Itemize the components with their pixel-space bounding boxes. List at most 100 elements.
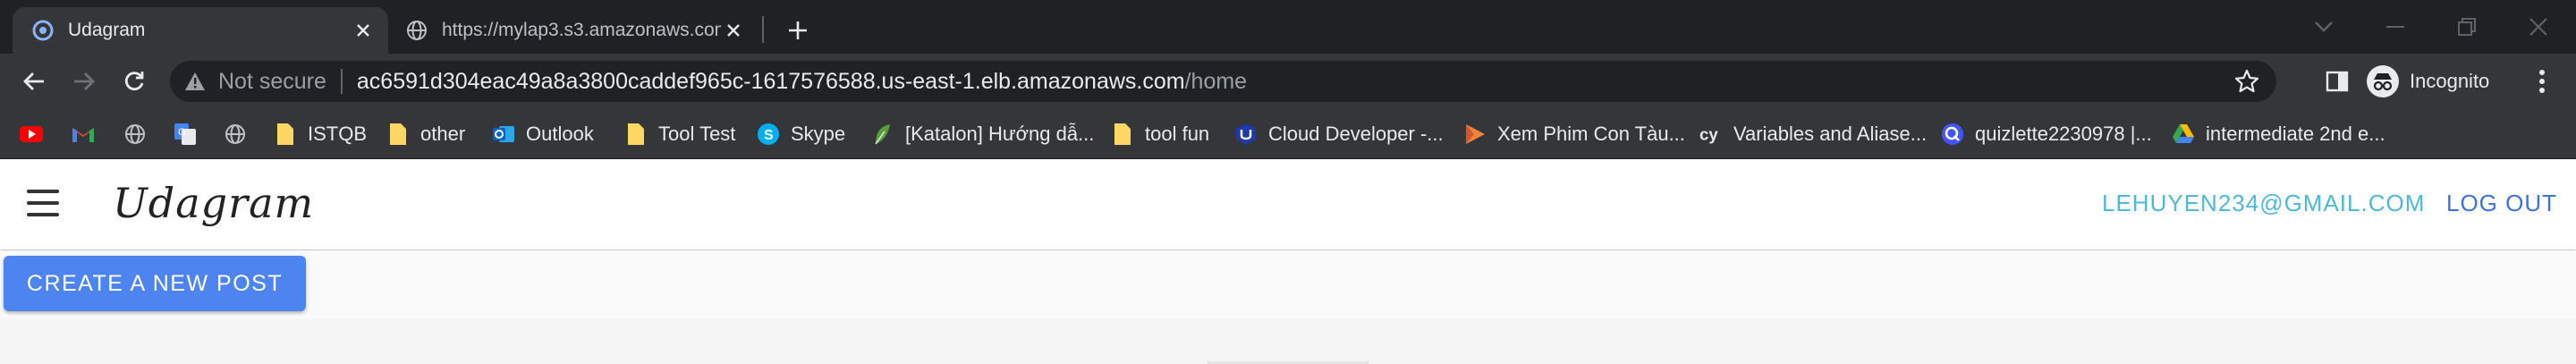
browser-toolbar: Not secure ac6591d304eac49a8a3800caddef9… <box>0 54 2576 109</box>
chevron-down-icon <box>2315 21 2333 32</box>
reload-button[interactable] <box>116 63 152 99</box>
main-content: CREATE A NEW POST <box>0 250 2576 364</box>
bookmark-variables-aliases[interactable]: cy Variables and Aliase... <box>1699 118 1927 150</box>
folder-icon <box>624 123 648 146</box>
katalon-icon <box>871 123 894 146</box>
tab-divider <box>762 16 764 43</box>
gmail-icon <box>72 123 95 146</box>
bookmark-skype[interactable]: S Skype <box>757 118 845 150</box>
close-icon <box>2529 18 2547 36</box>
feed-area <box>0 318 2576 364</box>
svg-text:S: S <box>764 128 774 143</box>
side-panel-icon <box>2326 71 2349 92</box>
tab-search-button[interactable] <box>2301 9 2347 45</box>
bookmark-label: Tool Test <box>658 123 736 145</box>
skype-icon: S <box>757 123 780 146</box>
svg-text:G: G <box>178 127 186 138</box>
tab-title: https://mylap3.s3.amazonaws.com <box>442 20 721 40</box>
app-logo[interactable]: Udagram <box>113 179 314 227</box>
globe-icon <box>123 123 147 146</box>
hamburger-line <box>27 201 59 205</box>
play-icon <box>1463 123 1487 146</box>
bookmark-outlook[interactable]: Outlook <box>492 118 594 150</box>
close-tab-icon[interactable] <box>351 18 376 43</box>
incognito-profile-button[interactable]: Incognito <box>2367 63 2489 100</box>
hamburger-line <box>27 190 59 193</box>
folder-icon <box>386 123 410 146</box>
bookmark-globe-1[interactable] <box>123 118 147 150</box>
user-email-link[interactable]: LEHUYEN234@GMAIL.COM <box>2102 190 2425 217</box>
udacity-icon <box>1234 123 1258 146</box>
chrome-loading-icon <box>30 18 55 43</box>
close-window-button[interactable] <box>2515 9 2562 45</box>
url-host: ac6591d304eac49a8a3800caddef965c-1617576… <box>356 68 1185 94</box>
bookmark-label: Skype <box>791 123 846 145</box>
bookmark-label: [Katalon] Hướng dẫ... <box>905 123 1095 145</box>
restore-button[interactable] <box>2444 9 2490 45</box>
more-vert-icon <box>2539 70 2545 93</box>
plus-icon <box>789 21 807 39</box>
minimize-icon <box>2386 26 2404 28</box>
new-tab-button[interactable] <box>780 13 816 48</box>
side-panel-button[interactable] <box>2322 65 2352 97</box>
back-button[interactable] <box>16 63 52 99</box>
bookmark-label: Outlook <box>526 123 594 145</box>
bookmark-globe-2[interactable] <box>224 118 247 150</box>
bookmark-label: other <box>420 123 466 145</box>
restore-icon <box>2458 18 2476 36</box>
url-path: /home <box>1184 68 1248 94</box>
svg-text:cy: cy <box>1699 125 1718 144</box>
bookmark-gmail[interactable] <box>72 118 95 150</box>
folder-icon <box>1111 123 1134 146</box>
youtube-icon <box>20 123 43 146</box>
app-header: Udagram LEHUYEN234@GMAIL.COM LOG OUT <box>0 159 2576 250</box>
profile-label: Incognito <box>2410 70 2490 92</box>
outlook-icon <box>492 123 515 146</box>
forward-button[interactable] <box>66 63 102 99</box>
bookmark-label: ISTQB <box>308 123 368 145</box>
tab-udagram[interactable]: Udagram <box>13 7 388 54</box>
bookmark-translate[interactable]: G <box>174 118 197 150</box>
logout-button[interactable]: LOG OUT <box>2446 190 2557 217</box>
bookmark-xem-phim[interactable]: Xem Phim Con Tàu... <box>1463 118 1685 150</box>
quizlet-icon <box>1941 123 1964 146</box>
globe-icon <box>224 123 247 146</box>
bookmark-tool-fun[interactable]: tool fun <box>1111 118 1209 150</box>
bookmark-label: tool fun <box>1145 123 1210 145</box>
bookmark-label: Variables and Aliase... <box>1733 123 1928 145</box>
incognito-icon <box>2367 65 2399 97</box>
globe-icon <box>404 18 429 43</box>
bookmark-label: intermediate 2nd e... <box>2206 123 2385 145</box>
tab-title: Udagram <box>68 20 146 40</box>
bookmark-katalon[interactable]: [Katalon] Hướng dẫ... <box>871 118 1094 150</box>
security-label: Not secure <box>218 68 326 94</box>
browser-tab-strip: Udagram https://mylap3.s3.amazonaws.com <box>0 0 2576 54</box>
tab-s3[interactable]: https://mylap3.s3.amazonaws.com <box>394 7 758 54</box>
address-divider <box>340 69 343 94</box>
menu-button[interactable] <box>27 190 59 216</box>
bookmark-cloud-developer[interactable]: Cloud Developer -... <box>1234 118 1444 150</box>
google-translate-icon: G <box>174 123 197 146</box>
cy-icon: cy <box>1699 123 1723 146</box>
minimize-button[interactable] <box>2372 9 2419 45</box>
bookmark-tool-test[interactable]: Tool Test <box>624 118 735 150</box>
bookmark-label: quizlette2230978 |... <box>1975 123 2152 145</box>
close-tab-icon[interactable] <box>721 18 746 43</box>
warning-icon[interactable] <box>184 72 206 91</box>
bookmark-other[interactable]: other <box>386 118 465 150</box>
reload-icon <box>124 72 144 91</box>
bookmarks-bar: G ISTQB other Outlook Tool Test S Skype … <box>0 109 2576 159</box>
google-drive-icon <box>2172 123 2195 146</box>
folder-icon <box>274 123 297 146</box>
hamburger-line <box>27 213 59 216</box>
address-bar[interactable]: Not secure ac6591d304eac49a8a3800caddef9… <box>170 61 2276 102</box>
chrome-menu-button[interactable] <box>2531 64 2553 98</box>
bookmark-star-icon[interactable] <box>2233 68 2260 95</box>
bookmark-intermediate[interactable]: intermediate 2nd e... <box>2172 118 2385 150</box>
create-post-button[interactable]: CREATE A NEW POST <box>4 256 306 311</box>
arrow-left-icon <box>23 72 44 90</box>
bookmark-label: Xem Phim Con Tàu... <box>1497 123 1685 145</box>
bookmark-youtube[interactable] <box>20 118 43 150</box>
bookmark-istqb[interactable]: ISTQB <box>274 118 367 150</box>
bookmark-quizlet[interactable]: quizlette2230978 |... <box>1941 118 2152 150</box>
